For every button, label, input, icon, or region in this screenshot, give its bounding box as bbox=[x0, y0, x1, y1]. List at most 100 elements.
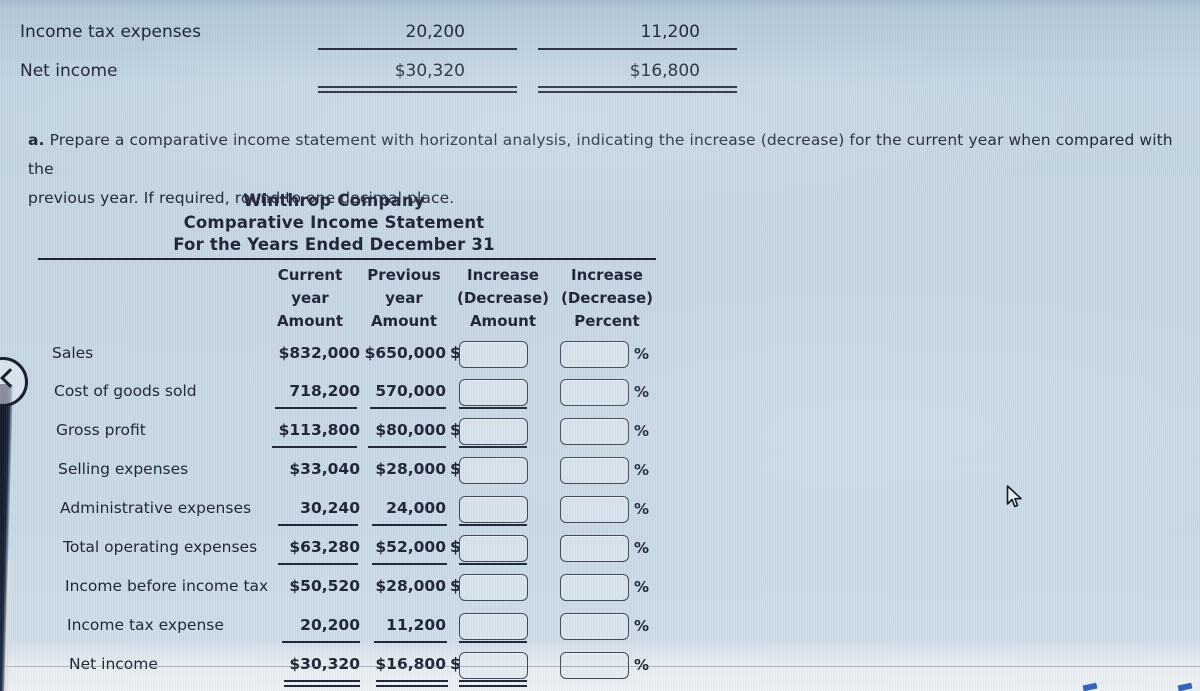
subtotal-rule bbox=[282, 641, 360, 643]
increase-amount-input[interactable] bbox=[459, 341, 528, 368]
header-rule bbox=[38, 258, 656, 260]
row-previous-amount: $16,800 bbox=[375, 655, 446, 673]
company-name: Winthrop Company bbox=[243, 191, 425, 210]
increase-percent-input[interactable] bbox=[560, 341, 629, 368]
row-label: Administrative expenses bbox=[60, 499, 252, 517]
fragment-double-rule bbox=[318, 86, 517, 93]
column-headers: Current year Amount Previous year Amount… bbox=[0, 264, 700, 330]
increase-amount-input[interactable] bbox=[459, 418, 528, 445]
percent-symbol: % bbox=[634, 578, 650, 596]
col-head-line1: Current bbox=[277, 266, 343, 284]
statement-period: For the Years Ended December 31 bbox=[173, 235, 495, 254]
statement-heading: Winthrop Company Comparative Income Stat… bbox=[4, 190, 664, 256]
subtotal-rule bbox=[272, 446, 357, 448]
row-previous-amount: 11,200 bbox=[386, 616, 446, 634]
table-row: Cost of goods sold 718,200 570,000 % bbox=[0, 374, 700, 413]
percent-symbol: % bbox=[634, 461, 650, 479]
increase-amount-input[interactable] bbox=[459, 613, 528, 640]
increase-percent-input[interactable] bbox=[560, 574, 629, 601]
subtotal-rule bbox=[459, 563, 527, 565]
blue-marker bbox=[1177, 682, 1193, 691]
table-row: Administrative expenses 30,240 24,000 % bbox=[0, 491, 700, 530]
fragment-row-current: $30,320 bbox=[394, 61, 465, 81]
percent-symbol: % bbox=[634, 345, 650, 363]
increase-amount-input[interactable] bbox=[459, 574, 528, 601]
increase-percent-input[interactable] bbox=[560, 457, 629, 484]
column-header-current-year: Current year Amount bbox=[262, 264, 358, 333]
row-previous-amount: $28,000 bbox=[375, 460, 446, 478]
column-header-increase-percent: Increase (Decrease) Percent bbox=[554, 264, 660, 333]
increase-amount-input[interactable] bbox=[459, 535, 528, 562]
table-row: Gross profit $113,800 $80,000 $ % bbox=[0, 413, 700, 452]
fragment-row-previous: 11,200 bbox=[640, 22, 700, 42]
comparative-income-statement: Winthrop Company Comparative Income Stat… bbox=[0, 190, 700, 687]
column-header-previous-year: Previous year Amount bbox=[356, 264, 452, 333]
subtotal-rule bbox=[278, 524, 358, 526]
col-head-line3: Amount bbox=[370, 312, 438, 330]
increase-percent-input[interactable] bbox=[560, 613, 629, 640]
col-head-line2: (Decrease) bbox=[456, 289, 550, 307]
row-label: Income tax expense bbox=[67, 616, 224, 634]
table-row: Selling expenses $33,040 $28,000 $ % bbox=[0, 452, 700, 491]
increase-amount-input[interactable] bbox=[459, 496, 528, 523]
blue-marker bbox=[1082, 682, 1098, 691]
instruction-letter: a. bbox=[28, 131, 45, 149]
col-head-line1: Increase bbox=[571, 266, 643, 284]
increase-amount-input[interactable] bbox=[459, 457, 528, 484]
fragment-rule bbox=[318, 48, 517, 50]
row-previous-amount: $650,000 bbox=[364, 344, 446, 362]
instruction-line-1: Prepare a comparative income statement w… bbox=[28, 131, 1173, 178]
page-edge-line bbox=[0, 666, 1200, 667]
subtotal-rule bbox=[370, 407, 446, 409]
percent-symbol: % bbox=[634, 617, 650, 635]
fragment-rule bbox=[538, 48, 737, 50]
fragment-double-rule bbox=[538, 86, 737, 93]
total-double-rule bbox=[459, 680, 527, 687]
row-label: Sales bbox=[52, 344, 94, 362]
subtotal-rule bbox=[459, 446, 527, 448]
increase-percent-input[interactable] bbox=[560, 496, 629, 523]
row-previous-amount: 570,000 bbox=[375, 382, 446, 400]
col-head-line3: Percent bbox=[574, 312, 640, 330]
fragment-row-label: Net income bbox=[20, 61, 118, 81]
col-head-line2: year bbox=[385, 289, 423, 307]
previous-table-fragment: Income tax expenses 20,200 11,200 Net in… bbox=[0, 0, 1200, 112]
col-head-line3: Amount bbox=[469, 312, 537, 330]
percent-symbol: % bbox=[634, 500, 650, 518]
row-previous-amount: $52,000 bbox=[375, 538, 446, 556]
subtotal-rule bbox=[374, 641, 447, 643]
col-head-line1: Increase bbox=[467, 266, 539, 284]
fragment-row-current: 20,200 bbox=[405, 22, 465, 42]
screen-photo: Income tax expenses 20,200 11,200 Net in… bbox=[0, 0, 1200, 691]
fragment-row-label: Income tax expenses bbox=[20, 22, 201, 42]
col-head-line3: Amount bbox=[276, 312, 344, 330]
subtotal-rule bbox=[372, 524, 447, 526]
table-row: Income tax expense 20,200 11,200 % bbox=[0, 608, 700, 647]
total-double-rule bbox=[376, 680, 448, 687]
table-row: Total operating expenses $63,280 $52,000… bbox=[0, 530, 700, 569]
row-label: Income before income tax bbox=[65, 577, 269, 595]
mouse-cursor bbox=[1006, 485, 1023, 509]
subtotal-rule bbox=[278, 563, 358, 565]
subtotal-rule bbox=[459, 641, 527, 643]
col-head-line2: year bbox=[291, 289, 329, 307]
row-label: Cost of goods sold bbox=[54, 382, 197, 400]
percent-symbol: % bbox=[634, 383, 650, 401]
increase-amount-input[interactable] bbox=[459, 379, 528, 406]
percent-symbol: % bbox=[634, 422, 650, 440]
increase-percent-input[interactable] bbox=[560, 418, 629, 445]
chevron-left-icon bbox=[0, 368, 20, 388]
row-label: Total operating expenses bbox=[63, 538, 258, 556]
row-previous-amount: $28,000 bbox=[375, 577, 446, 595]
subtotal-rule bbox=[372, 563, 447, 565]
increase-percent-input[interactable] bbox=[560, 535, 629, 562]
increase-percent-input[interactable] bbox=[560, 379, 629, 406]
row-previous-amount: 24,000 bbox=[386, 499, 446, 517]
col-head-line1: Previous bbox=[367, 266, 441, 284]
row-label: Selling expenses bbox=[58, 460, 189, 478]
subtotal-rule bbox=[459, 524, 527, 526]
table-row: Sales $832,000 $650,000 $ % bbox=[0, 336, 700, 375]
total-double-rule bbox=[284, 680, 360, 687]
row-label: Net income bbox=[69, 655, 158, 673]
table-row: Income before income tax $50,520 $28,000… bbox=[0, 569, 700, 608]
